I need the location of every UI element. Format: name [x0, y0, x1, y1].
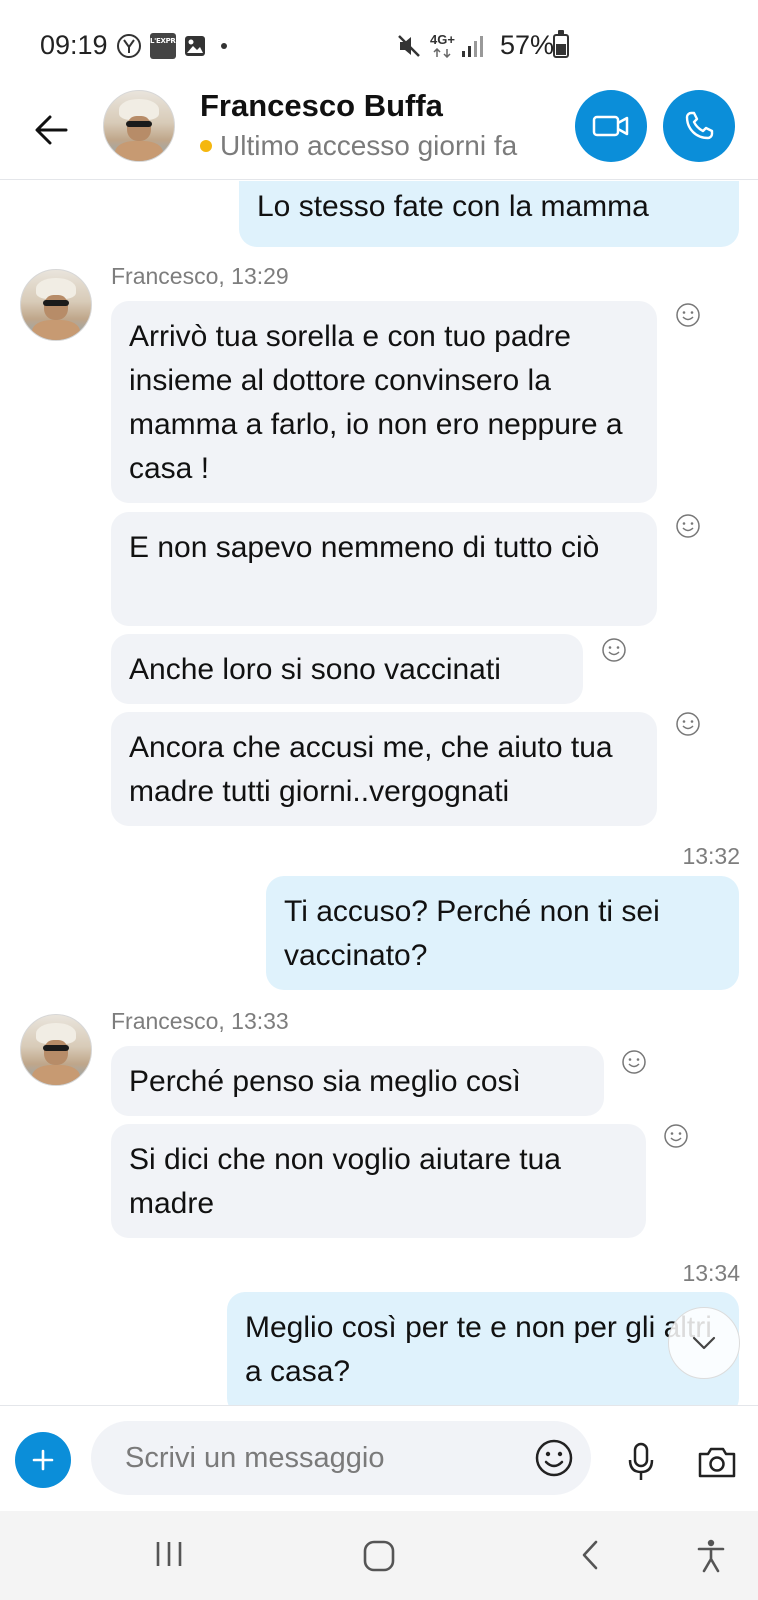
accessibility-icon[interactable]: [696, 1539, 726, 1573]
message-text: Perché penso sia meglio così: [129, 1065, 521, 1098]
status-time: 09:19: [40, 30, 108, 60]
add-reaction-icon[interactable]: [621, 1049, 647, 1075]
presence-dot-icon: [200, 140, 212, 152]
message-time: 13:32: [682, 843, 740, 869]
recent-apps-icon[interactable]: [152, 1539, 186, 1569]
phone-icon: [685, 111, 714, 140]
network-type: 4G+: [430, 32, 455, 47]
message-bubble-incoming[interactable]: Perché penso sia meglio così: [111, 1046, 604, 1116]
message-list[interactable]: Lo stesso fate con la mamma Francesco, 1…: [0, 181, 758, 1405]
mute-icon: [398, 35, 420, 57]
back-arrow-icon[interactable]: [28, 106, 76, 154]
battery-icon: [553, 30, 569, 58]
contact-avatar[interactable]: [103, 90, 175, 162]
video-camera-icon: [592, 115, 629, 137]
message-text: Meglio così per te e non per gli altri a…: [245, 1311, 712, 1388]
message-bubble-incoming[interactable]: E non sapevo nemmeno di tutto ciò: [111, 512, 657, 626]
add-attachment-button[interactable]: [15, 1432, 71, 1488]
system-nav-bar: [0, 1511, 758, 1600]
message-composer: [0, 1405, 758, 1511]
message-text: Si dici che non voglio aiutare tua madre: [129, 1143, 561, 1220]
presence-status: Ultimo accesso giorni fa: [200, 130, 517, 162]
message-bubble-outgoing[interactable]: Lo stesso fate con la mamma: [239, 181, 739, 247]
video-call-button[interactable]: [575, 90, 647, 162]
add-reaction-icon[interactable]: [663, 1123, 689, 1149]
emoji-icon[interactable]: [534, 1438, 574, 1478]
message-text: Lo stesso fate con la mamma: [257, 190, 649, 223]
message-bubble-incoming[interactable]: Ancora che accusi me, che aiuto tua madr…: [111, 712, 657, 826]
gallery-icon: [185, 36, 205, 56]
message-text: E non sapevo nemmeno di tutto ciò: [129, 531, 600, 564]
microphone-icon[interactable]: [626, 1442, 656, 1482]
scroll-to-bottom-button[interactable]: [668, 1307, 740, 1379]
message-bubble-incoming[interactable]: Anche loro si sono vaccinati: [111, 634, 583, 704]
message-time: 13:34: [682, 1260, 740, 1286]
home-icon[interactable]: [362, 1539, 396, 1573]
voice-call-button[interactable]: [663, 90, 735, 162]
signal-icon: [462, 36, 483, 57]
back-nav-icon[interactable]: [578, 1539, 602, 1571]
sender-name-time: Francesco, 13:29: [111, 263, 289, 289]
message-bubble-incoming[interactable]: Arrivò tua sorella e con tuo padre insie…: [111, 301, 657, 503]
add-reaction-icon[interactable]: [675, 711, 701, 737]
status-bar: 09:19 L'EXPRESS 4G+ 57%: [0, 0, 758, 88]
chat-header: Francesco Buffa Ultimo accesso giorni fa: [0, 88, 758, 180]
notification-dot-icon: [221, 43, 227, 49]
message-bubble-outgoing[interactable]: Meglio così per te e non per gli altri a…: [227, 1292, 739, 1405]
lexpress-news-icon: L'EXPRESS: [150, 33, 176, 59]
camera-icon[interactable]: [697, 1444, 737, 1480]
message-bubble-outgoing[interactable]: Ti accuso? Perché non ti sei vaccinato?: [266, 876, 739, 990]
add-reaction-icon[interactable]: [601, 637, 627, 663]
message-text: Ti accuso? Perché non ti sei vaccinato?: [284, 895, 660, 972]
yandex-icon: [117, 34, 141, 58]
message-text: Arrivò tua sorella e con tuo padre insie…: [129, 320, 623, 485]
contact-name[interactable]: Francesco Buffa: [200, 88, 443, 124]
message-text: Ancora che accusi me, che aiuto tua madr…: [129, 731, 613, 808]
data-arrows-icon: [433, 48, 451, 58]
add-reaction-icon[interactable]: [675, 302, 701, 328]
chevron-down-icon: [692, 1336, 716, 1350]
sender-avatar[interactable]: [20, 1014, 92, 1086]
plus-icon: [32, 1449, 54, 1471]
presence-text: Ultimo accesso giorni fa: [220, 130, 518, 161]
message-bubble-incoming[interactable]: Si dici che non voglio aiutare tua madre: [111, 1124, 646, 1238]
sender-avatar[interactable]: [20, 269, 92, 341]
add-reaction-icon[interactable]: [675, 513, 701, 539]
sender-name-time: Francesco, 13:33: [111, 1008, 289, 1034]
battery-percent: 57%: [500, 30, 555, 60]
message-input[interactable]: [91, 1421, 591, 1495]
message-text: Anche loro si sono vaccinati: [129, 653, 501, 686]
